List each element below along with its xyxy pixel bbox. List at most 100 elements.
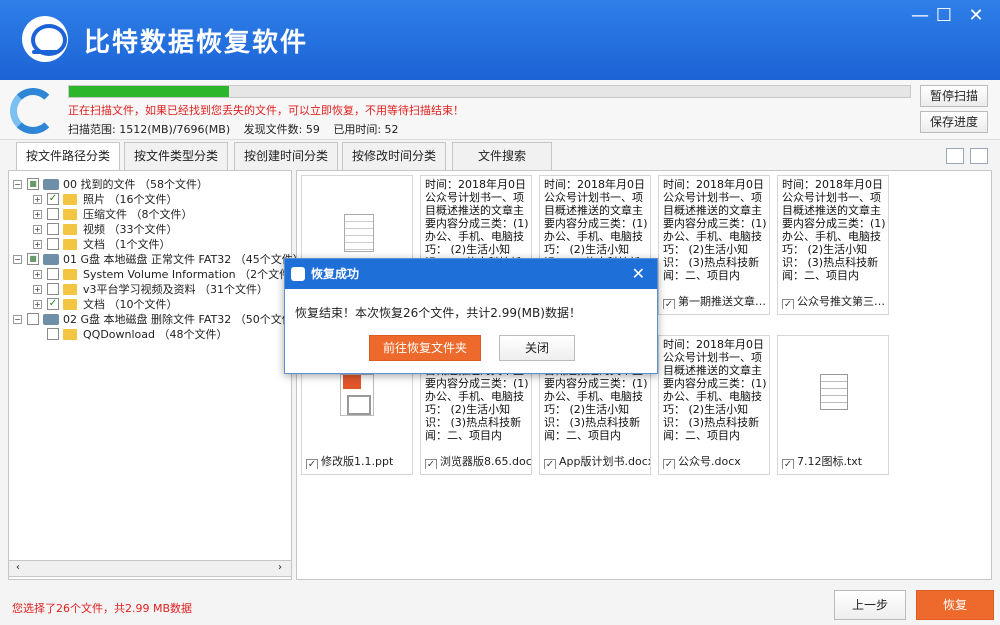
thumbnail-view-icon[interactable]: [970, 148, 988, 164]
tree-checkbox[interactable]: [47, 223, 59, 235]
file-preview: 时间：2018年月0日公众号计划书一、项目概述推送的文章主要内容分成三类：(1)…: [782, 178, 886, 282]
tree-checkbox[interactable]: [47, 268, 59, 280]
app-logo-icon: [22, 16, 68, 62]
tree-checkbox[interactable]: ■: [27, 178, 39, 190]
scan-message: 正在扫描文件，如果已经找到您丢失的文件，可以立即恢复，不用等待扫描结束！: [68, 104, 464, 117]
collapse-icon[interactable]: −: [13, 180, 22, 189]
tree-node-label: 01 G盘 本地磁盘 正常文件 FAT32 （45个文件）: [63, 253, 304, 266]
tree-node-label: 02 G盘 本地磁盘 删除文件 FAT32 （50个文件）: [63, 313, 304, 326]
file-caption: ✓ 修改版1.1.ppt: [306, 453, 412, 469]
file-name: 公众号推文第三…: [797, 295, 885, 308]
tree-checkbox[interactable]: ✓: [47, 193, 59, 205]
txt-file-icon: [820, 374, 848, 410]
file-checkbox[interactable]: ✓: [544, 459, 556, 469]
tree-checkbox[interactable]: [47, 283, 59, 295]
drive-icon: [43, 314, 59, 325]
scan-progress-bar: [68, 85, 911, 98]
tree-node-label: 文档 （1个文件）: [83, 238, 171, 251]
tree-checkbox[interactable]: ■: [27, 253, 39, 265]
file-name: 公众号.docx: [678, 455, 741, 468]
tab-by-type[interactable]: 按文件类型分类: [124, 142, 228, 170]
expand-icon[interactable]: +: [33, 240, 42, 249]
dialog-close-icon[interactable]: ✕: [632, 259, 645, 289]
folder-icon: [63, 224, 77, 235]
drive-icon: [43, 179, 59, 190]
tree-checkbox[interactable]: ✓: [47, 298, 59, 310]
tree-node[interactable]: + ✓ 文档 （10个文件）: [9, 297, 289, 312]
folder-tree: − ■ 00 找到的文件 （58个文件） + ✓ 照片 （16个文件） + 压缩文件 （8个文…: [8, 170, 304, 580]
tree-checkbox[interactable]: [47, 208, 59, 220]
folder-icon: [63, 329, 77, 340]
tree-node[interactable]: − 02 G盘 本地磁盘 删除文件 FAT32 （50个文件）: [9, 312, 304, 327]
ppt-file-icon: [340, 374, 374, 416]
file-caption: ✓ App版计划书.docx: [544, 453, 650, 469]
file-card[interactable]: ✓ 7.12图标.txt: [777, 335, 889, 475]
scan-progress-fill: [69, 86, 229, 97]
expand-icon[interactable]: +: [33, 210, 42, 219]
expand-icon[interactable]: +: [33, 270, 42, 279]
scroll-right-icon[interactable]: ›: [273, 562, 287, 573]
file-checkbox[interactable]: ✓: [425, 459, 437, 469]
tree-node[interactable]: − ■ 00 找到的文件 （58个文件）: [9, 177, 289, 192]
tree-node-label: QQDownload （48个文件）: [83, 328, 228, 341]
folder-icon: [63, 209, 77, 220]
file-checkbox[interactable]: ✓: [782, 299, 794, 309]
dialog-title: 恢复成功: [311, 267, 360, 281]
file-checkbox[interactable]: ✓: [306, 459, 318, 469]
title-bar: 比特数据恢复软件 — ☐ ✕: [0, 0, 1000, 80]
pause-scan-button[interactable]: 暂停扫描: [920, 85, 988, 107]
category-tabs: 按文件路径分类 按文件类型分类 按创建时间分类 按修改时间分类 文件搜索: [0, 142, 1000, 171]
folder-icon: [63, 299, 77, 310]
tree-checkbox[interactable]: [27, 313, 39, 325]
collapse-icon[interactable]: −: [13, 255, 22, 264]
scroll-left-icon[interactable]: ‹: [11, 562, 25, 573]
tree-node[interactable]: + ✓ 照片 （16个文件）: [9, 192, 289, 207]
file-name: 第一期推送文章…: [678, 295, 766, 308]
list-view-icon[interactable]: [946, 148, 964, 164]
file-caption: ✓ 公众号.docx: [663, 453, 769, 469]
folder-icon: [63, 239, 77, 250]
scan-status-panel: 正在扫描文件，如果已经找到您丢失的文件，可以立即恢复，不用等待扫描结束！ 扫描范…: [0, 80, 1000, 140]
tree-node[interactable]: QQDownload （48个文件）: [9, 327, 289, 342]
tree-node[interactable]: + 文档 （1个文件）: [9, 237, 289, 252]
tree-node[interactable]: − ■ 01 G盘 本地磁盘 正常文件 FAT32 （45个文件）: [9, 252, 304, 267]
previous-step-button[interactable]: 上一步: [834, 590, 906, 620]
tree-checkbox[interactable]: [47, 328, 59, 340]
tab-by-path[interactable]: 按文件路径分类: [16, 142, 120, 171]
tree-node-label: 文档 （10个文件）: [83, 298, 178, 311]
collapse-icon[interactable]: −: [13, 315, 22, 324]
expand-icon[interactable]: +: [33, 285, 42, 294]
file-checkbox[interactable]: ✓: [782, 459, 794, 469]
file-card[interactable]: 时间：2018年月0日公众号计划书一、项目概述推送的文章主要内容分成三类：(1)…: [658, 175, 770, 315]
dialog-close-button[interactable]: 关闭: [499, 335, 575, 361]
tree-checkbox[interactable]: [47, 238, 59, 250]
tree-node[interactable]: + 压缩文件 （8个文件）: [9, 207, 289, 222]
recover-button[interactable]: 恢复: [916, 590, 994, 620]
tab-by-modified[interactable]: 按修改时间分类: [342, 142, 446, 170]
expand-icon[interactable]: +: [33, 300, 42, 309]
file-checkbox[interactable]: ✓: [663, 299, 675, 309]
open-recovery-folder-button[interactable]: 前往恢复文件夹: [369, 335, 481, 361]
save-progress-button[interactable]: 保存进度: [920, 111, 988, 133]
app-small-icon: [291, 267, 305, 281]
file-checkbox[interactable]: ✓: [663, 459, 675, 469]
tree-node[interactable]: + System Volume Information （2个文件）: [9, 267, 301, 282]
file-caption: ✓ 公众号推文第三…: [782, 293, 888, 309]
tab-by-created[interactable]: 按创建时间分类: [234, 142, 338, 170]
tree-node[interactable]: + 视频 （33个文件）: [9, 222, 289, 237]
tree-horizontal-scrollbar[interactable]: ‹ ›: [8, 560, 292, 577]
maximize-button[interactable]: ☐: [930, 6, 958, 28]
tree-node-label: v3平台学习视频及资料 （31个文件）: [83, 283, 269, 296]
footer-bar: 您选择了26个文件，共2.99 MB数据 上一步 恢复: [0, 584, 1000, 625]
tab-file-search[interactable]: 文件搜索: [452, 142, 552, 170]
recovery-success-dialog: 恢复成功 ✕ 恢复结束！本次恢复26个文件，共计2.99(MB)数据！ 前往恢复…: [284, 258, 658, 374]
tree-node[interactable]: + v3平台学习视频及资料 （31个文件）: [9, 282, 289, 297]
file-card[interactable]: 时间：2018年月0日公众号计划书一、项目概述推送的文章主要内容分成三类：(1)…: [777, 175, 889, 315]
folder-icon: [63, 269, 77, 280]
file-card[interactable]: 时间：2018年月0日公众号计划书一、项目概述推送的文章主要内容分成三类：(1)…: [658, 335, 770, 475]
expand-icon[interactable]: +: [33, 225, 42, 234]
scan-stats: 扫描范围: 1512(MB)/7696(MB) 发现文件数: 59 已用时间: …: [68, 121, 409, 137]
expand-icon[interactable]: +: [33, 195, 42, 204]
file-preview: [778, 336, 888, 446]
close-button[interactable]: ✕: [962, 6, 990, 28]
